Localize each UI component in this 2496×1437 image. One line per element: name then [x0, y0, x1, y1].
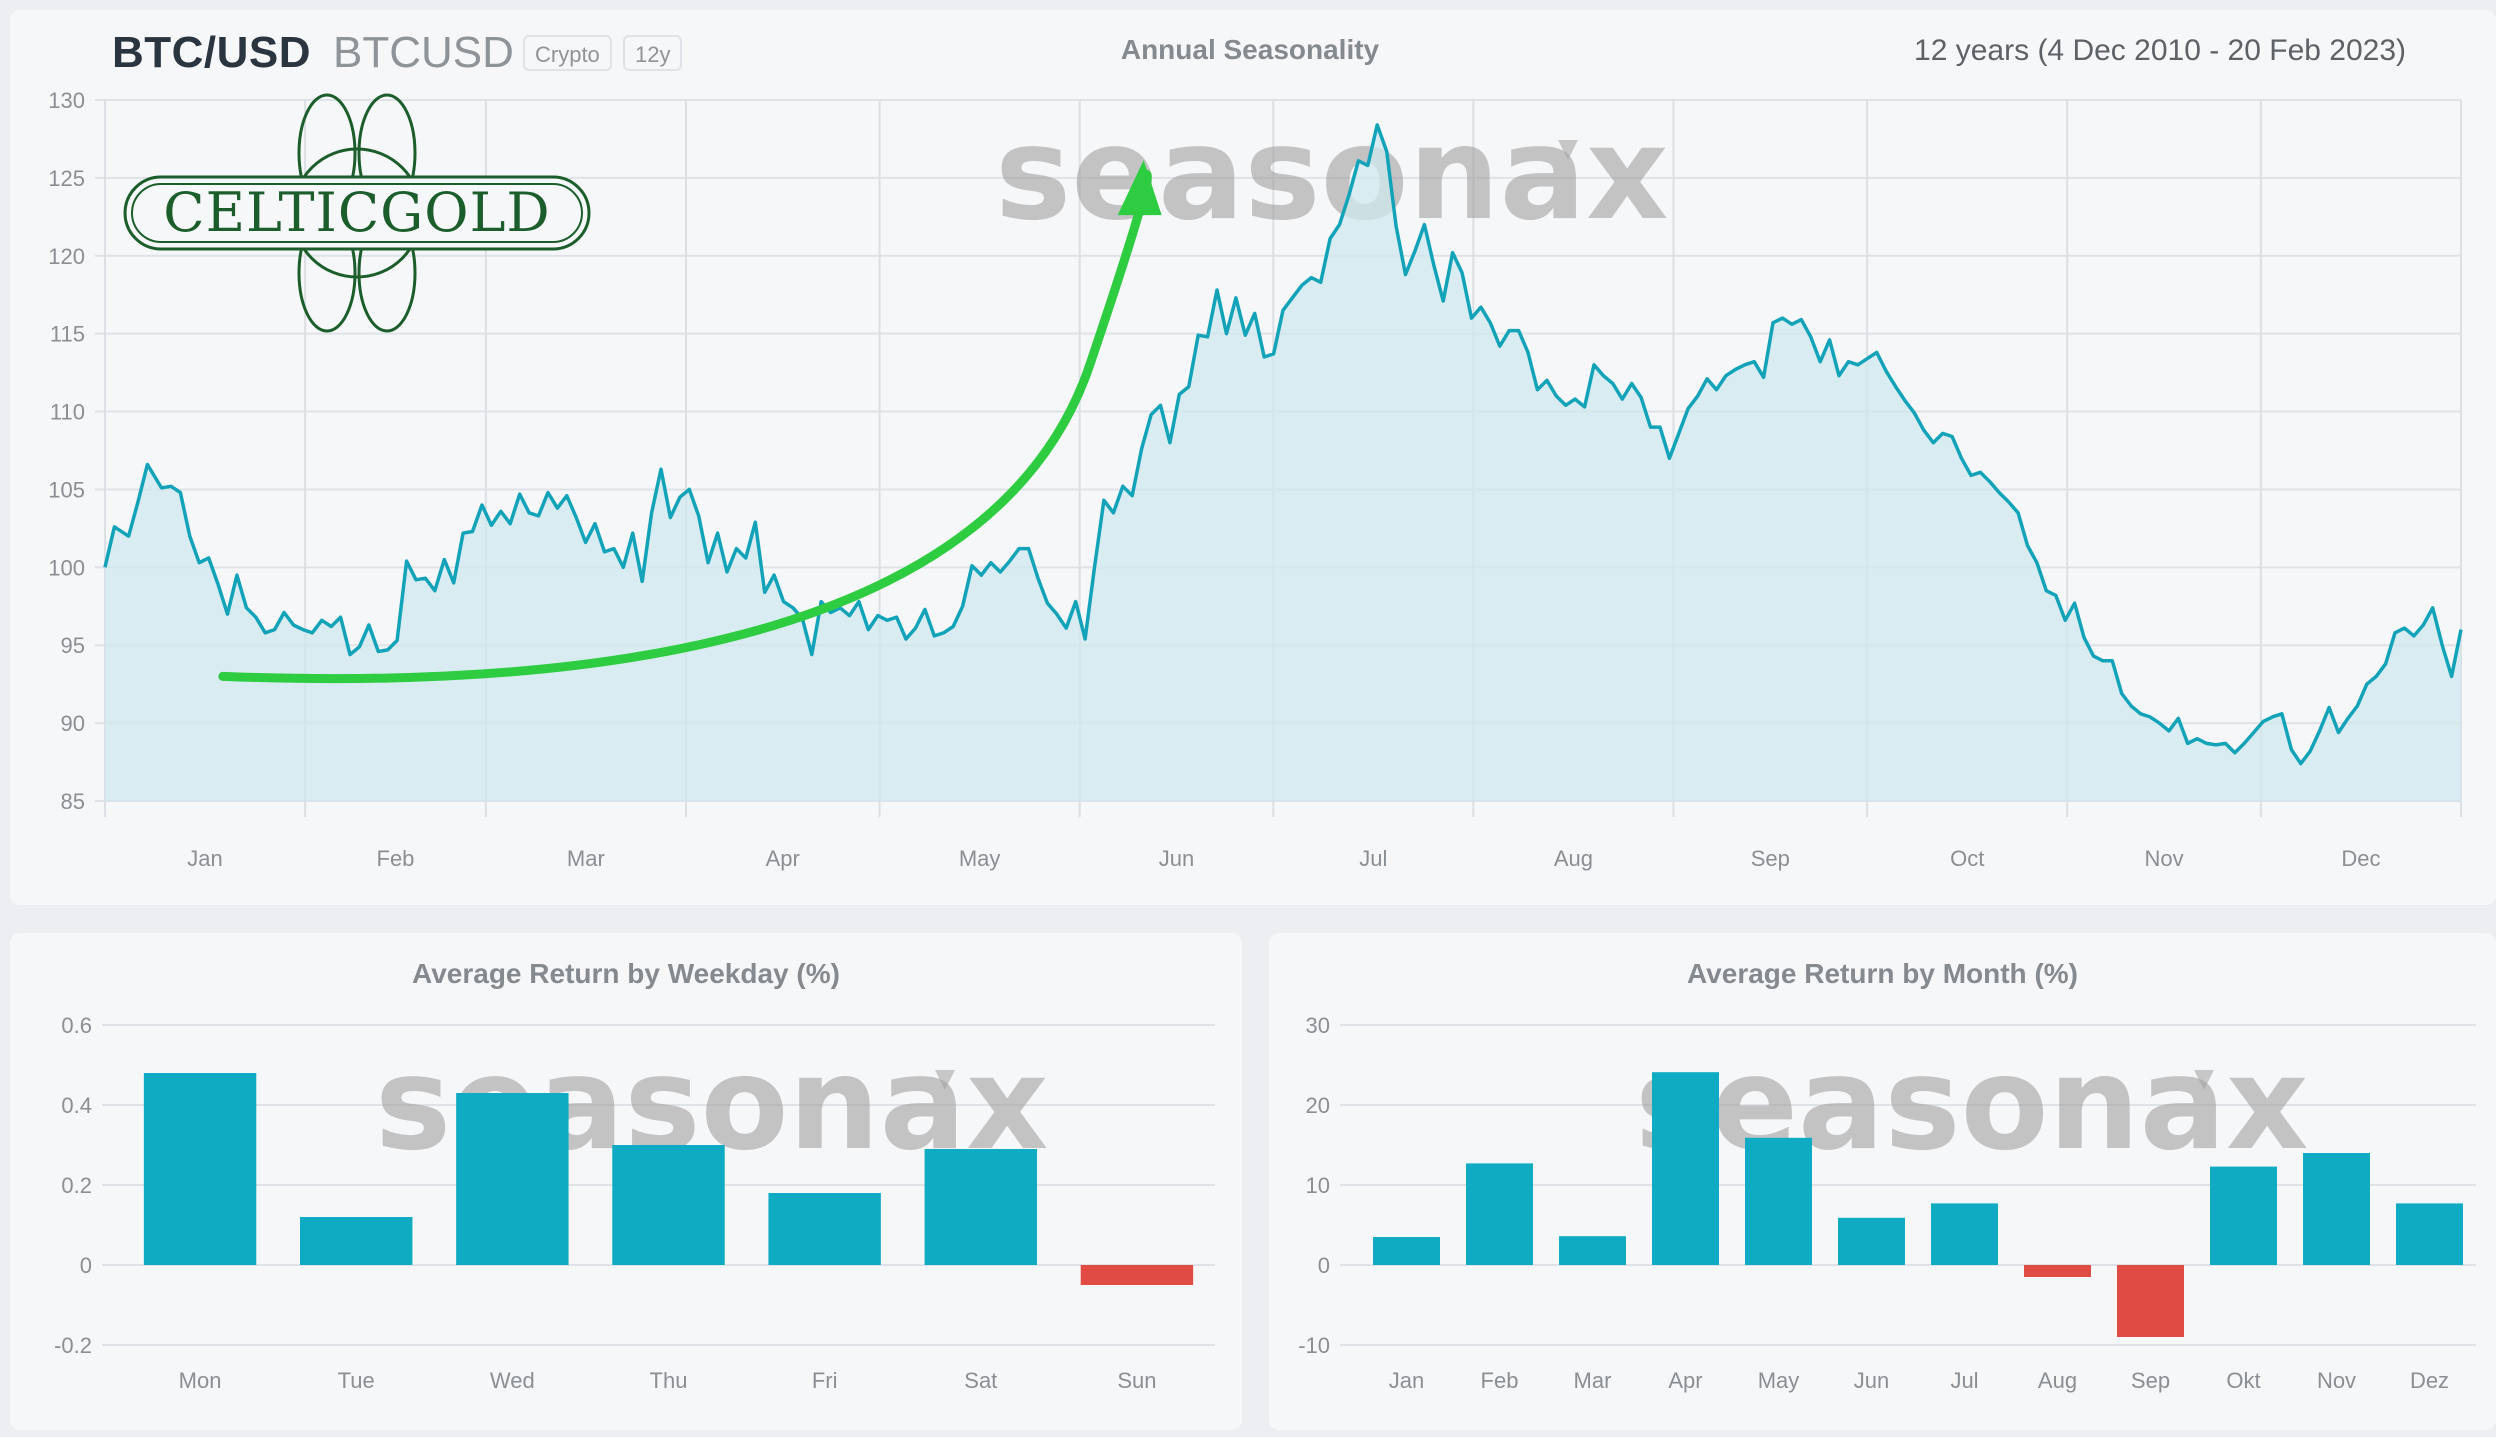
x-tick-label-feb: Feb: [377, 846, 415, 871]
celticgold-logo: CELTICGOLD: [123, 93, 591, 333]
x-tick-label-sep: Sep: [1751, 846, 1790, 871]
y-tick-label: 95: [61, 633, 85, 658]
weekday-return-panel: [10, 933, 1242, 1430]
y-tick-label: 105: [48, 477, 85, 502]
annual-seasonality-chart: seasonax CELTICGOLD 85 90 95 100 105 110 115 12…: [48, 88, 2463, 871]
weekday-chart-title: Average Return by Weekday (%): [412, 958, 840, 989]
logo-text: CELTICGOLD: [163, 181, 550, 244]
y-tick-label: 115: [50, 322, 85, 347]
x-tick-label-nov: Nov: [2145, 846, 2184, 871]
x-tick-label-oct: Oct: [1950, 846, 1984, 871]
x-tick-label-may: May: [959, 846, 1001, 871]
month-chart-title: Average Return by Month (%): [1687, 958, 2078, 989]
seasonax-watermark: seasonax: [995, 100, 1669, 249]
x-tick-label-apr: Apr: [766, 846, 800, 871]
y-tick-label: 90: [61, 711, 85, 736]
y-tick-label: 110: [50, 400, 85, 425]
y-tick-label: 100: [48, 555, 85, 580]
x-tick-label-jun: Jun: [1159, 846, 1194, 871]
y-tick-label: 125: [48, 166, 85, 191]
x-tick-label-aug: Aug: [1554, 846, 1593, 871]
x-tick-label-dec: Dec: [2341, 846, 2380, 871]
month-return-panel: [1269, 933, 2496, 1430]
x-tick-label-mar: Mar: [567, 846, 605, 871]
y-tick-label: 85: [61, 789, 85, 814]
x-tick-label-jan: Jan: [187, 846, 222, 871]
y-tick-label: 130: [48, 88, 85, 113]
x-tick-label-jul: Jul: [1359, 846, 1387, 871]
y-tick-label: 120: [48, 244, 85, 269]
